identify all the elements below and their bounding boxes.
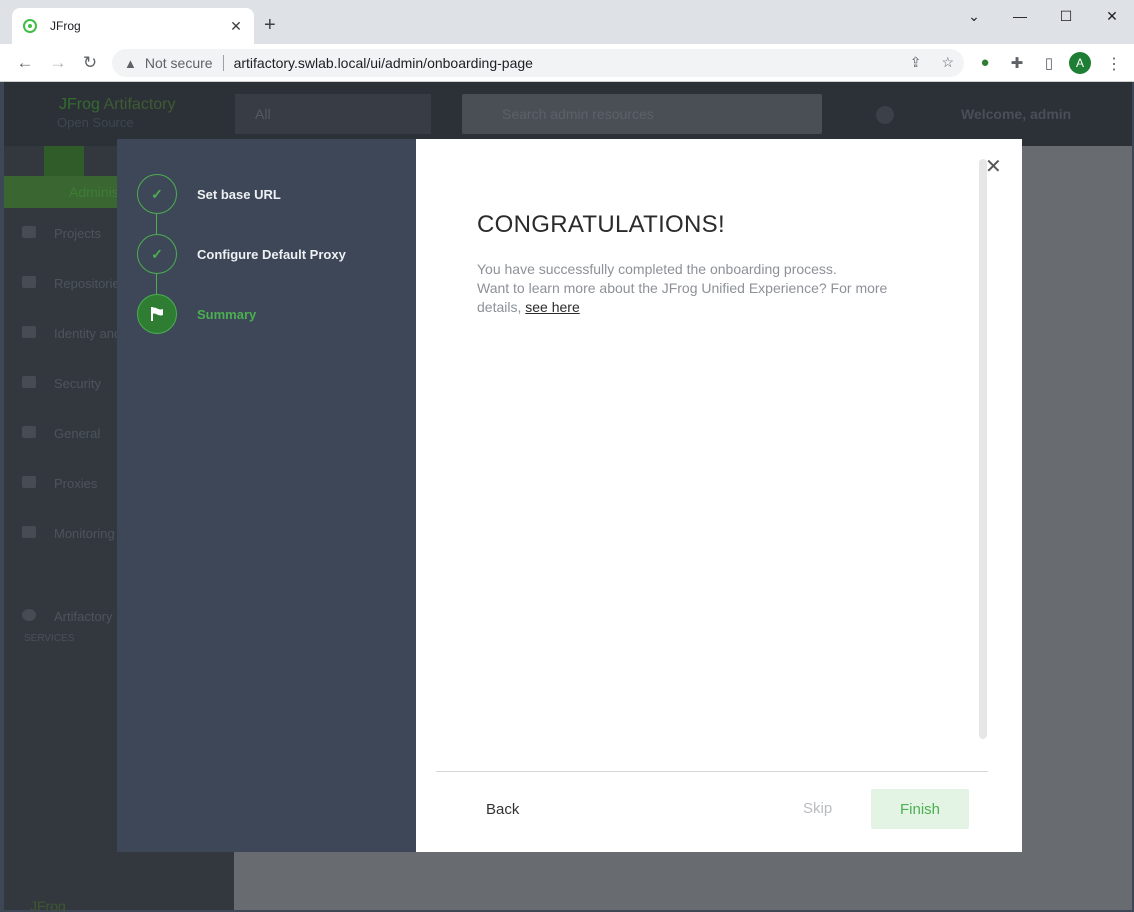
flag-icon [137, 294, 177, 334]
content-scrollbar[interactable] [979, 159, 987, 739]
step-connector [156, 274, 157, 294]
reload-icon[interactable]: ↻ [79, 52, 101, 74]
skip-button[interactable]: Skip [803, 800, 832, 817]
forward-arrow-icon[interactable]: → [47, 52, 69, 74]
shield-icon [22, 376, 36, 388]
footer-logo: JFrog [30, 898, 66, 912]
step-complete-check-icon: ✓ [137, 174, 177, 214]
extension-globe-icon[interactable]: ● [975, 54, 995, 71]
help-icon[interactable] [876, 106, 894, 124]
chart-icon [22, 526, 36, 538]
tab-title: JFrog [50, 19, 81, 33]
maximize-icon[interactable]: ☐ [1054, 8, 1078, 25]
step-label-base-url: Set base URL [197, 187, 281, 202]
footer-divider [436, 771, 988, 772]
artifactory-icon [22, 609, 36, 621]
address-divider [222, 55, 224, 71]
jfrog-frog-icon [22, 18, 38, 34]
services-heading: SERVICES [24, 633, 75, 644]
close-window-icon[interactable]: ✕ [1100, 8, 1124, 25]
tab-search-icon[interactable]: ⌄ [962, 8, 986, 25]
back-button[interactable]: Back [486, 801, 519, 818]
summary-text: You have successfully completed the onbo… [477, 261, 888, 315]
step-label-summary: Summary [197, 307, 257, 322]
browser-menu-icon[interactable]: ⋮ [1106, 54, 1122, 74]
wizard-content: ✕ CONGRATULATIONS! You have successfully… [416, 139, 1022, 852]
step-connector [156, 214, 157, 234]
see-here-link[interactable]: see here [525, 299, 579, 315]
profile-avatar[interactable]: A [1069, 52, 1091, 74]
close-icon[interactable]: ✕ [985, 157, 1002, 177]
browser-tab[interactable]: JFrog ✕ [12, 8, 254, 44]
browser-toolbar: ← → ↻ ▲ Not secure artifactory.swlab.loc… [0, 44, 1134, 82]
general-icon [22, 426, 36, 438]
repo-filter-dropdown[interactable]: All [235, 94, 431, 134]
back-arrow-icon[interactable]: ← [14, 52, 36, 74]
close-tab-icon[interactable]: ✕ [228, 18, 244, 35]
finish-button[interactable]: Finish [871, 789, 969, 829]
bookmark-star-icon[interactable]: ☆ [941, 54, 954, 71]
proxies-icon [22, 476, 36, 488]
step-complete-check-icon: ✓ [137, 234, 177, 274]
repositories-icon [22, 276, 36, 288]
user-menu[interactable]: Welcome, admin [961, 106, 1071, 122]
new-tab-icon[interactable]: + [264, 15, 276, 35]
admin-search-input[interactable]: Search admin resources [462, 94, 822, 134]
browser-tab-strip: JFrog ✕ + ⌄ — ☐ ✕ [0, 0, 1134, 44]
gear-icon[interactable] [44, 146, 84, 176]
step-label-proxy: Configure Default Proxy [197, 247, 346, 262]
top-navigation: JFrog Artifactory Open Source All Search… [4, 82, 1132, 146]
share-icon[interactable]: ⇪ [910, 54, 922, 71]
app-edition: Open Source [57, 115, 134, 130]
warning-icon[interactable]: ▲ [124, 56, 137, 71]
minimize-icon[interactable]: — [1008, 8, 1032, 24]
app-logo[interactable]: JFrog Artifactory [59, 96, 175, 114]
projects-icon [22, 226, 36, 238]
not-secure-label[interactable]: Not secure [145, 55, 213, 71]
onboarding-modal: ✓ Set base URL ✓ Configure Default Proxy… [117, 139, 1022, 852]
side-panel-icon[interactable]: ▯ [1039, 54, 1059, 72]
url-text[interactable]: artifactory.swlab.local/ui/admin/onboard… [234, 55, 533, 71]
wizard-steps-panel: ✓ Set base URL ✓ Configure Default Proxy… [117, 139, 416, 852]
page-title: CONGRATULATIONS! [477, 211, 725, 238]
user-icon [22, 326, 36, 338]
address-bar[interactable]: ▲ Not secure artifactory.swlab.local/ui/… [112, 49, 964, 77]
extensions-puzzle-icon[interactable]: ✚ [1007, 54, 1027, 72]
